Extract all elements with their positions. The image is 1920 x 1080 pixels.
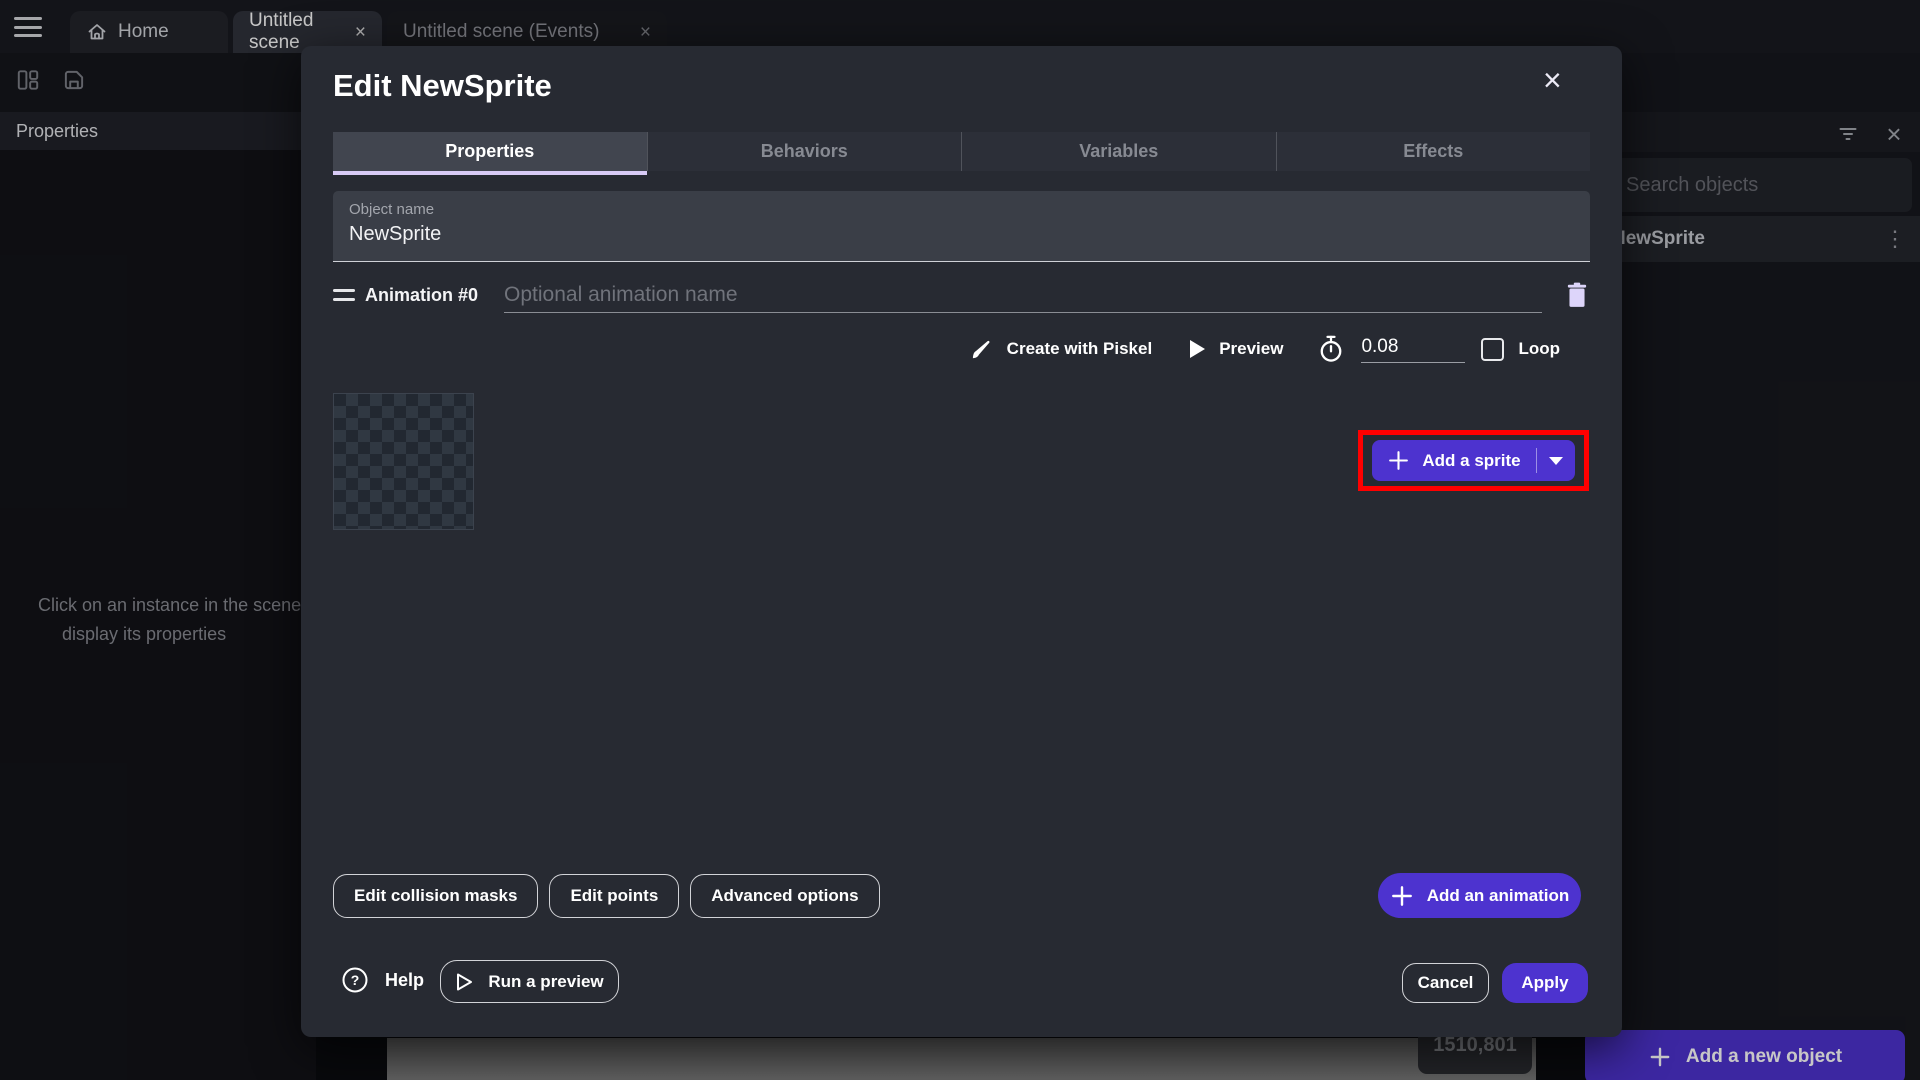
add-an-animation-button[interactable]: Add an animation xyxy=(1378,873,1581,918)
chevron-down-icon xyxy=(1549,457,1563,465)
tab-behaviors[interactable]: Behaviors xyxy=(648,132,963,171)
loop-checkbox[interactable] xyxy=(1481,338,1504,361)
object-name-field[interactable]: Object name xyxy=(333,191,1590,262)
object-name-label: Object name xyxy=(349,201,1574,218)
dialog-tab-bar: Properties Behaviors Variables Effects xyxy=(333,132,1590,171)
tab-variables[interactable]: Variables xyxy=(962,132,1277,171)
plus-icon xyxy=(1387,449,1410,472)
cancel-button[interactable]: Cancel xyxy=(1402,963,1489,1003)
run-a-preview-button[interactable]: Run a preview xyxy=(440,960,619,1003)
add-an-animation-label: Add an animation xyxy=(1427,886,1570,906)
animation-label: Animation #0 xyxy=(365,285,478,306)
add-sprite-dropdown-button[interactable] xyxy=(1537,440,1575,481)
edit-object-dialog: Edit NewSprite × Properties Behaviors Va… xyxy=(301,46,1622,1037)
plus-icon xyxy=(1390,884,1414,908)
tab-effects[interactable]: Effects xyxy=(1277,132,1591,171)
dialog-title: Edit NewSprite xyxy=(333,68,552,104)
add-a-sprite-label: Add a sprite xyxy=(1422,451,1520,471)
edit-points-button[interactable]: Edit points xyxy=(549,874,679,918)
apply-button[interactable]: Apply xyxy=(1502,963,1588,1003)
animation-name-input[interactable] xyxy=(504,277,1542,312)
delete-animation-button[interactable] xyxy=(1564,281,1590,309)
preview-button[interactable]: Preview xyxy=(1178,339,1293,359)
highlight-box: Add a sprite xyxy=(1358,430,1589,491)
object-name-input[interactable] xyxy=(349,223,1574,246)
help-button[interactable]: ? Help xyxy=(341,966,424,994)
edit-collision-masks-button[interactable]: Edit collision masks xyxy=(333,874,538,918)
play-outline-icon xyxy=(455,972,474,992)
loop-label: Loop xyxy=(1518,339,1560,359)
brush-icon xyxy=(968,336,994,362)
tab-properties[interactable]: Properties xyxy=(333,132,648,171)
preview-label: Preview xyxy=(1219,339,1283,359)
play-icon xyxy=(1188,339,1206,359)
dialog-close-icon[interactable]: × xyxy=(1543,64,1562,96)
frame-duration-input[interactable] xyxy=(1361,336,1465,362)
animation-row: Animation #0 xyxy=(333,275,1590,315)
advanced-options-button[interactable]: Advanced options xyxy=(690,874,879,918)
gdevelop-app: Home Untitled scene × Untitled scene (Ev… xyxy=(0,0,1920,1080)
help-icon: ? xyxy=(341,966,369,994)
create-with-piskel-button[interactable]: Create with Piskel xyxy=(958,336,1163,362)
drag-handle-icon[interactable] xyxy=(333,289,355,301)
create-with-piskel-label: Create with Piskel xyxy=(1007,339,1153,359)
add-a-sprite-main[interactable]: Add a sprite xyxy=(1372,440,1536,481)
frame-duration-field xyxy=(1361,336,1465,363)
help-label: Help xyxy=(385,970,424,991)
add-a-sprite-button[interactable]: Add a sprite xyxy=(1372,440,1575,481)
animation-controls: Create with Piskel Preview Loop xyxy=(958,330,1560,368)
run-a-preview-label: Run a preview xyxy=(488,972,603,992)
sprite-thumbnail-empty[interactable] xyxy=(333,393,474,530)
svg-text:?: ? xyxy=(351,972,360,988)
timer-icon xyxy=(1317,334,1345,364)
animation-name-field xyxy=(504,277,1542,313)
